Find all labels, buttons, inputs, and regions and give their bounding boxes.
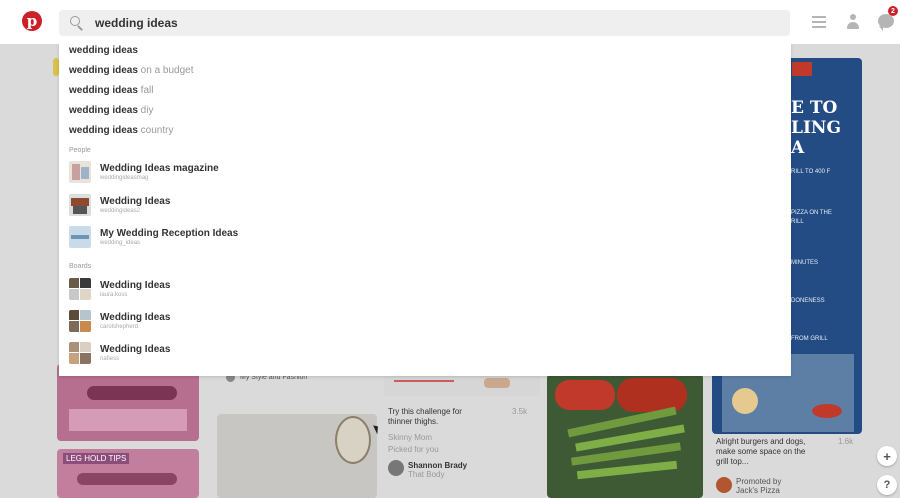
- ad-step-3: RILL: [791, 219, 804, 225]
- person-avatar: [69, 161, 91, 183]
- board-name: Wedding Ideas: [100, 311, 171, 323]
- pizza-pin-title[interactable]: Alright burgers and dogs, make some spac…: [716, 437, 816, 467]
- challenge-pin-title[interactable]: Try this challenge for thinner thighs.: [388, 407, 484, 427]
- pin-marble[interactable]: [217, 414, 377, 498]
- menu-icon[interactable]: [812, 16, 826, 28]
- pinterest-logo-icon[interactable]: p: [22, 11, 42, 31]
- challenge-board: That Body: [408, 470, 445, 479]
- person-handle: wedding_ideas: [100, 239, 141, 246]
- board-thumbnail: [69, 310, 91, 332]
- challenge-pin-picked: Picked for you: [388, 445, 439, 454]
- yoga-pin-label: LEG HOLD TIPS: [63, 453, 130, 464]
- people-section-label: People: [69, 147, 91, 154]
- pin-legs[interactable]: [384, 374, 540, 396]
- search-suggestions-dropdown: wedding ideas wedding ideas on a budget …: [59, 37, 791, 376]
- person-result[interactable]: Wedding Ideas magazine weddingideasmag: [69, 161, 219, 183]
- suggestion-item[interactable]: wedding ideas: [69, 45, 138, 56]
- messages-icon[interactable]: [878, 14, 894, 31]
- ad-step-4: MINUTES: [791, 260, 818, 266]
- pizza-promoted-label: Promoted by: [736, 477, 782, 486]
- pin-yoga-2[interactable]: LEG HOLD TIPS: [57, 449, 199, 498]
- person-avatar: [69, 226, 91, 248]
- pizza-brand-avatar: [716, 477, 732, 493]
- person-name: Wedding Ideas magazine: [100, 162, 219, 174]
- challenge-pin-saves: 3.5k: [512, 407, 528, 416]
- help-button[interactable]: ?: [877, 475, 897, 495]
- board-owner: laura.koss: [100, 291, 128, 298]
- challenge-pin-source: Skinny Mom: [388, 433, 433, 442]
- board-owner: nafiess: [100, 355, 120, 362]
- pin-food[interactable]: [547, 374, 703, 498]
- suggestion-item[interactable]: wedding ideas diy: [69, 105, 153, 116]
- suggestion-item[interactable]: wedding ideas country: [69, 125, 173, 136]
- board-name: Wedding Ideas: [100, 279, 171, 291]
- ad-title-line-1: E TO: [791, 98, 838, 118]
- ad-step-1: RILL TO 400 F: [791, 169, 831, 175]
- person-handle: weddingideas2: [100, 207, 141, 214]
- search-bar[interactable]: [59, 10, 790, 36]
- challenge-user: Shannon Brady: [408, 461, 468, 470]
- ad-step-6: FROM GRILL: [791, 336, 828, 342]
- person-result[interactable]: Wedding Ideas weddingideas2: [69, 194, 170, 216]
- board-result[interactable]: Wedding Ideas nafiess: [69, 342, 170, 364]
- board-result[interactable]: Wedding Ideas carolshepherd: [69, 310, 170, 332]
- person-name: Wedding Ideas: [100, 195, 171, 207]
- person-name: My Wedding Reception Ideas: [100, 227, 239, 239]
- top-header: p 2: [0, 0, 900, 44]
- board-name: Wedding Ideas: [100, 343, 171, 355]
- board-result[interactable]: Wedding Ideas laura.koss: [69, 278, 170, 300]
- search-input[interactable]: [95, 16, 745, 30]
- board-thumbnail: [69, 342, 91, 364]
- ad-step-2: PIZZA ON THE: [791, 210, 832, 216]
- suggestion-item[interactable]: wedding ideas fall: [69, 85, 153, 96]
- search-icon: [70, 16, 84, 31]
- board-owner: carolshepherd: [100, 323, 139, 330]
- pizza-pin-saves: 1.6k: [838, 437, 854, 446]
- pizza-brand-name: Jack's Pizza: [736, 486, 780, 495]
- board-thumbnail: [69, 278, 91, 300]
- ad-title-line-3: A: [791, 138, 805, 158]
- notification-badge: 2: [888, 6, 898, 16]
- person-avatar: [69, 194, 91, 216]
- ad-title-line-2: LING: [791, 118, 841, 138]
- suggestion-item[interactable]: wedding ideas on a budget: [69, 65, 194, 76]
- ad-step-5: DONENESS: [791, 298, 825, 304]
- add-pin-button[interactable]: +: [877, 446, 897, 466]
- person-result[interactable]: My Wedding Reception Ideas wedding_ideas: [69, 226, 238, 248]
- boards-section-label: Boards: [69, 263, 92, 270]
- profile-icon[interactable]: [847, 14, 859, 30]
- person-handle: weddingideasmag: [100, 174, 149, 181]
- challenge-avatar: [388, 460, 404, 476]
